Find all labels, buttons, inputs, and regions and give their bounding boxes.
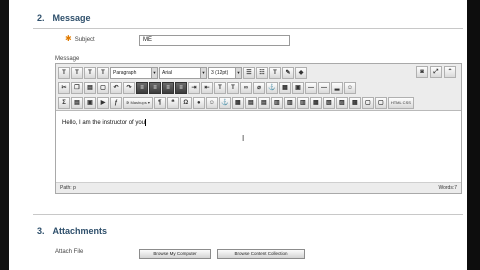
fullscreen-icon[interactable]: ⤢ [430, 66, 442, 78]
html-source-button[interactable]: HTML CSS [387, 96, 414, 109]
text-caret [145, 119, 147, 126]
attachments-section-heading: 3. Attachments [37, 226, 107, 236]
toggle-guidelines-button[interactable]: ▢ [374, 96, 387, 109]
subject-label: ✱ Subject [65, 34, 95, 43]
attach-file-label: Attach File [55, 249, 84, 255]
table-row-after-button[interactable]: ▤ [257, 96, 270, 109]
message-section-heading: 2. Message [37, 13, 91, 23]
cell-props-button[interactable]: ▢ [361, 96, 374, 109]
align-center-button[interactable]: ≡ [149, 81, 161, 94]
message-label: Message [55, 56, 80, 62]
insert-file-button[interactable]: ▤ [71, 96, 83, 109]
highlight-button[interactable]: ✎ [282, 66, 294, 79]
paste-text-button[interactable]: ▢ [97, 81, 109, 94]
word-count: Words:7 [438, 185, 457, 191]
text-editor[interactable]: T T T T Paragraph ▼ Arial ▼ 3 (12pt) ▼ ☰ ☷ … [55, 63, 462, 194]
line-break-button[interactable]: ― [318, 81, 330, 94]
special-char-button[interactable]: Ω [179, 96, 192, 109]
text-style-button[interactable]: T [58, 66, 70, 79]
table-merge-button[interactable]: ▨ [335, 96, 348, 109]
page: 2. Message ✱ Subject ME Message T T T T Pa… [9, 0, 467, 270]
editor-content[interactable]: Hello, I am the instructor of you [62, 119, 147, 126]
blockquote-button[interactable]: ▂ [331, 81, 343, 94]
paragraph-mark-button[interactable]: ¶ [153, 96, 166, 109]
table-split-button[interactable]: ▧ [322, 96, 335, 109]
section-title: Message [52, 13, 91, 23]
format-select[interactable]: Paragraph ▼ [110, 66, 158, 79]
spellcheck-icon[interactable]: ◙ [416, 66, 428, 78]
collapse-toolbar-icon[interactable]: ⌃ [444, 66, 456, 78]
size-select[interactable]: 3 (12pt) ▼ [208, 66, 242, 79]
paste-button[interactable]: ▤ [84, 81, 96, 94]
cut-button[interactable]: ✂ [58, 81, 70, 94]
section-title: Attachments [52, 226, 108, 236]
horizontal-rule-button[interactable]: ― [305, 81, 317, 94]
copy-button[interactable]: ❐ [71, 81, 83, 94]
font-color-button[interactable]: T [269, 66, 281, 79]
emoticon-icon[interactable]: ☺ [344, 81, 356, 94]
mashups-button[interactable]: ✲ Mashups ▾ [123, 96, 153, 109]
subscript-button[interactable]: T [227, 81, 239, 94]
align-right-button[interactable]: ≡ [162, 81, 174, 94]
redo-button[interactable]: ↷ [123, 81, 135, 94]
mouse-ibeam-cursor: I [242, 134, 245, 143]
math-button[interactable]: Σ [58, 96, 70, 109]
bold-button[interactable]: T [71, 66, 83, 79]
image-button[interactable]: ▣ [292, 81, 304, 94]
clear-format-button[interactable]: ◆ [295, 66, 307, 79]
section-number: 2. [37, 13, 45, 23]
anchor-button[interactable]: ⚓ [266, 81, 278, 94]
table-col-after-button[interactable]: ▥ [296, 96, 309, 109]
required-icon: ✱ [65, 34, 72, 43]
emoji-icon[interactable]: ☺ [205, 96, 218, 109]
section-number: 3. [37, 226, 45, 236]
table-props-button[interactable]: ▩ [348, 96, 361, 109]
subject-input[interactable]: ME [139, 35, 290, 46]
table-col-before-button[interactable]: ▥ [283, 96, 296, 109]
align-left-button[interactable]: ≡ [136, 81, 148, 94]
superscript-button[interactable]: T [214, 81, 226, 94]
numbered-list-button[interactable]: ☷ [256, 66, 268, 79]
insert-image-button[interactable]: ▣ [84, 96, 96, 109]
insert-equation-button[interactable]: ƒ [110, 96, 122, 109]
screen-edge [467, 0, 480, 270]
underline-button[interactable]: T [97, 66, 109, 79]
element-path: Path: p [60, 185, 76, 191]
section-divider [33, 214, 463, 215]
quote-button[interactable]: ❝ [166, 96, 179, 109]
italic-button[interactable]: T [84, 66, 96, 79]
outdent-button[interactable]: ⇤ [201, 81, 213, 94]
indent-button[interactable]: ⇥ [188, 81, 200, 94]
table-button[interactable]: ▦ [279, 81, 291, 94]
justify-button[interactable]: ≡ [175, 81, 187, 94]
link-button[interactable]: ∞ [240, 81, 252, 94]
table-delete-col-button[interactable]: ▦ [309, 96, 322, 109]
table-insert-button[interactable]: ▦ [231, 96, 244, 109]
undo-button[interactable]: ↶ [110, 81, 122, 94]
table-row-before-button[interactable]: ▤ [244, 96, 257, 109]
insert-media-button[interactable]: ▶ [97, 96, 109, 109]
record-button[interactable]: ● [192, 96, 205, 109]
browse-computer-button[interactable]: Browse My Computer [139, 249, 211, 259]
bullet-list-button[interactable]: ☰ [243, 66, 255, 79]
anchor-icon[interactable]: ⚓ [218, 96, 231, 109]
section-divider [33, 28, 463, 29]
unlink-button[interactable]: ⌀ [253, 81, 265, 94]
editor-toolbar: T T T T Paragraph ▼ Arial ▼ 3 (12pt) ▼ ☰ ☷ … [56, 64, 461, 111]
browse-content-collection-button[interactable]: Browse Content Collection [217, 249, 305, 259]
font-select[interactable]: Arial ▼ [159, 66, 207, 79]
table-delete-row-button[interactable]: ▥ [270, 96, 283, 109]
editor-status-bar: Path: p Words:7 [56, 182, 461, 193]
